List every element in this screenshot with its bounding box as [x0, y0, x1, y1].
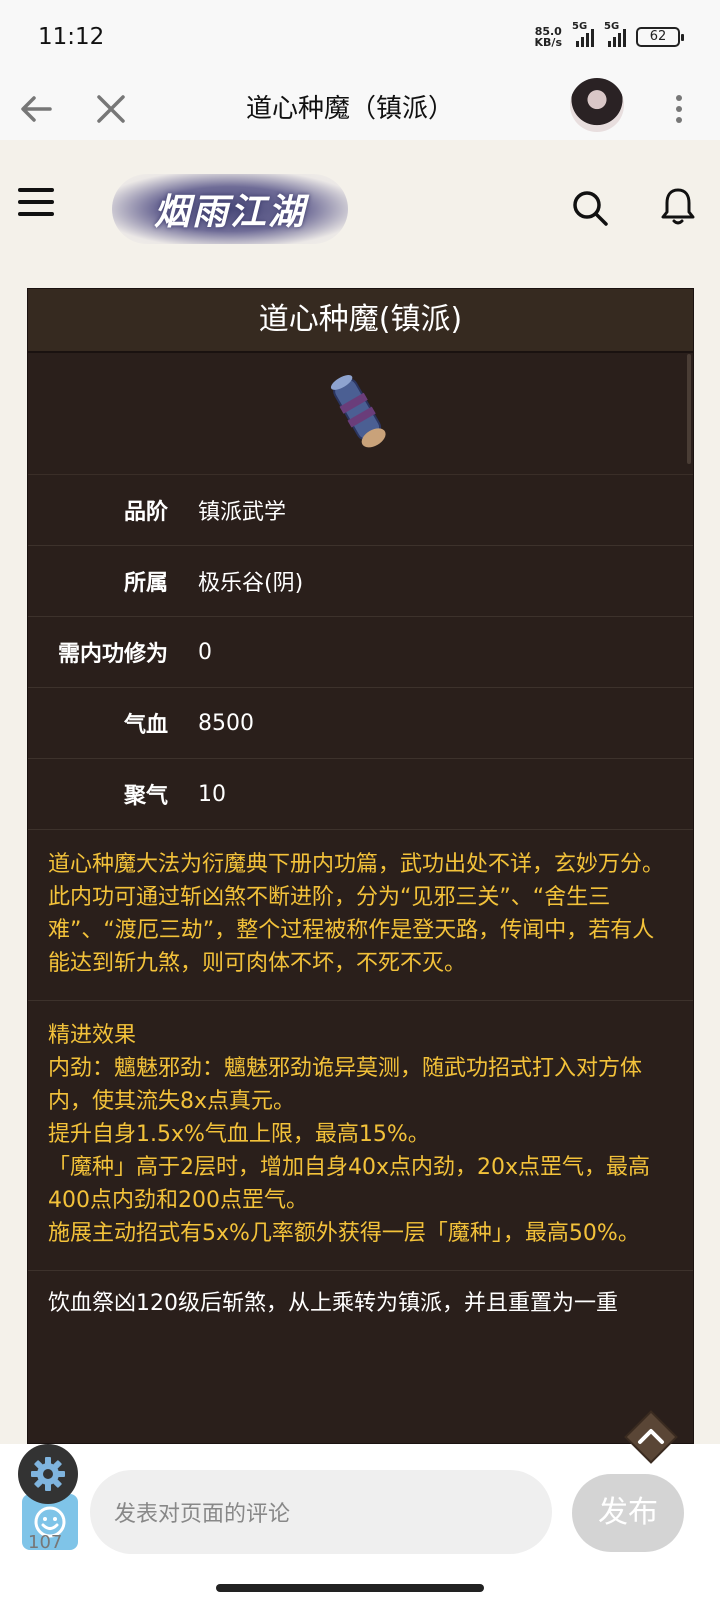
- site-logo[interactable]: 烟雨江湖: [112, 174, 348, 244]
- comment-placeholder: 发表对页面的评论: [114, 1502, 291, 1527]
- back-arrow-icon[interactable]: [16, 88, 58, 130]
- signal-2-icon: 5G: [604, 21, 626, 47]
- signal-1-icon: 5G: [572, 21, 594, 47]
- scroll-to-top-icon[interactable]: [620, 1406, 682, 1468]
- home-indicator[interactable]: [216, 1584, 484, 1592]
- item-icon-area: [28, 353, 693, 475]
- app-bar: 道心种魔（镇派）: [0, 78, 720, 140]
- status-time: 11:12: [38, 24, 105, 50]
- scrollbar[interactable]: [687, 354, 691, 464]
- avatar[interactable]: [570, 78, 624, 132]
- search-icon[interactable]: [570, 188, 610, 228]
- info-row-required-power: 需内功修为 0: [28, 617, 693, 688]
- battery-icon: 62: [636, 27, 684, 47]
- bell-icon[interactable]: [660, 186, 696, 226]
- reaction-count: 107: [28, 1532, 63, 1553]
- effect-line: 施展主动招式有5x%几率额外获得一层「魔种」，最高50%。: [48, 1221, 640, 1246]
- page-title: 道心种魔（镇派）: [245, 94, 454, 124]
- more-vert-icon[interactable]: [672, 88, 686, 130]
- effect-line: 「魔种」高于2层时，增加自身40x点内劲，20x点罡气，最高400点内劲和200…: [48, 1155, 651, 1213]
- comment-input[interactable]: 发表对页面的评论: [90, 1470, 552, 1554]
- effects-block: 精进效果 内劲：魑魅邪劲：魑魅邪劲诡异莫测，随武功招式打入对方体内，使其流失8x…: [28, 1001, 693, 1271]
- info-row-faction: 所属 极乐谷(阴): [28, 546, 693, 617]
- network-speed: 85.0 KB/s: [534, 25, 562, 49]
- effect-line: 内劲：魑魅邪劲：魑魅邪劲诡异莫测，随武功招式打入对方体内，使其流失8x点真元。: [48, 1056, 643, 1114]
- infobox-title: 道心种魔(镇派): [28, 289, 693, 353]
- martial-art-infobox: 道心种魔(镇派) 品阶 镇派武学 所属 极乐谷(阴) 需内功修为 0 气血 85…: [27, 288, 694, 1444]
- close-icon[interactable]: [90, 88, 132, 130]
- menu-icon[interactable]: [18, 188, 54, 220]
- scroll-icon: [330, 374, 386, 447]
- publish-button[interactable]: 发布: [572, 1474, 684, 1552]
- info-row-energy: 聚气 10: [28, 759, 693, 830]
- status-indicators: 85.0 KB/s 5G 5G 62: [534, 21, 684, 49]
- info-row-grade: 品阶 镇派武学: [28, 475, 693, 546]
- logo-text: 烟雨江湖: [153, 191, 306, 233]
- comment-bar: 107 发表对页面的评论 发布: [0, 1410, 720, 1602]
- site-header: 烟雨江湖: [0, 140, 720, 274]
- gear-icon: [31, 1457, 65, 1491]
- status-bar: 11:12 85.0 KB/s 5G 5G 62: [0, 0, 720, 78]
- description-text: 道心种魔大法为衍魔典下册内功篇，武功出处不详，玄妙万分。此内功可通过斩凶煞不断进…: [28, 830, 693, 1001]
- upgrade-note: 饮血祭凶120级后斩煞，从上乘转为镇派，并且重置为一重: [48, 1291, 618, 1316]
- settings-button[interactable]: [18, 1444, 78, 1504]
- effects-heading: 精进效果: [48, 1023, 137, 1048]
- info-row-hp: 气血 8500: [28, 688, 693, 759]
- effect-line: 提升自身1.5x%气血上限，最高15%。: [48, 1122, 430, 1147]
